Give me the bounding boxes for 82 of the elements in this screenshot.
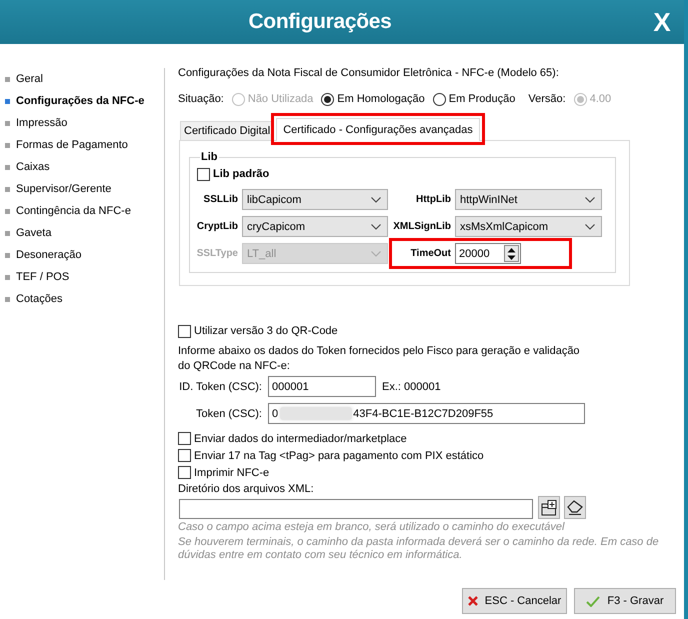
checkbox-label: Lib padrão — [213, 168, 270, 180]
clear-button[interactable] — [564, 496, 586, 519]
sidebar-item[interactable]: Impressão — [0, 112, 164, 134]
dropdown[interactable]: cryCapicom — [242, 216, 388, 237]
chevron-down-icon — [371, 196, 381, 202]
field-label: HttpLib — [415, 194, 451, 205]
radio-label: 4.00 — [590, 93, 612, 105]
section-heading: Configurações da Nota Fiscal de Consumidor Eletrônica - NFC-e (Modelo 65): — [178, 66, 559, 80]
checkbox[interactable] — [178, 466, 191, 479]
checkbox[interactable] — [178, 324, 191, 338]
up-down-arrows-icon — [507, 246, 516, 260]
hint-text: Se houverem terminais, o caminho da pasta informada deverá ser o caminho da rede. Em caso de dúvidas entre em contato com seu técnico em informática. — [178, 536, 660, 562]
radio-button[interactable] — [432, 92, 446, 106]
bullet-icon — [5, 296, 10, 302]
sidebar-item[interactable]: Supervisor/Gerente — [0, 178, 164, 200]
spin-button[interactable] — [504, 245, 519, 262]
checkmark-icon — [586, 596, 600, 606]
sidebar-item[interactable]: Configurações da NFC-e — [0, 90, 164, 112]
field-label: Situação: — [178, 93, 224, 105]
input-field[interactable] — [179, 499, 533, 519]
hint-text: Caso o campo acima esteja em branco, será utilizado o caminho do executável — [178, 520, 564, 534]
bullet-icon — [5, 76, 10, 82]
dropdown[interactable]: xsMsXmlCapicom — [455, 216, 602, 237]
window-title: Configurações — [247, 9, 393, 35]
bullet-icon — [5, 230, 10, 236]
bullet-icon — [5, 98, 10, 104]
checkbox[interactable] — [178, 449, 191, 462]
field-label: SSLType — [196, 248, 238, 259]
cancel-button[interactable]: ESC - Cancelar — [462, 588, 567, 614]
chevron-down-icon — [585, 196, 595, 202]
bullet-icon — [5, 120, 10, 126]
bullet-icon — [5, 186, 10, 192]
bullet-icon — [5, 142, 10, 148]
field-label: Versão: — [528, 93, 566, 105]
checkbox-label: Imprimir NFC-e — [194, 466, 270, 478]
eraser-icon — [567, 500, 583, 515]
dropdown[interactable]: libCapicom — [242, 189, 388, 210]
sidebar-item[interactable]: Desoneração — [0, 244, 164, 266]
radio-button[interactable] — [321, 92, 334, 106]
checkbox-label: Enviar 17 na Tag <tPag> para pagamento com PIX estático — [194, 450, 484, 462]
text-field[interactable]: 0 43F4-BC1E-B12C7D209F55 — [268, 403, 585, 424]
sidebar-item[interactable]: Contingência da NFC-e — [0, 200, 164, 222]
radio-label: Em Homologação — [337, 93, 425, 105]
bullet-icon — [5, 274, 10, 280]
example-text: Ex.: 000001 — [382, 380, 441, 392]
field-label: Diretório dos arquivos XML: — [178, 482, 314, 496]
sidebar-item[interactable]: Cotações — [0, 288, 164, 310]
chevron-down-icon — [371, 250, 381, 256]
checkbox-label: Utilizar versão 3 do QR-Code — [194, 325, 338, 337]
field-label: CryptLib — [196, 221, 238, 232]
checkbox[interactable] — [178, 432, 191, 445]
sidebar-item[interactable]: Formas de Pagamento — [0, 134, 164, 156]
field-label: SSLLib — [202, 194, 238, 205]
radio-label: Não Utilizada — [248, 93, 314, 105]
info-text: Informe abaixo os dados do Token fornecidos pelo Fisco para geração e validação do QRCode na NFC-e: — [178, 344, 581, 374]
dropdown: LT_all — [242, 243, 388, 264]
chevron-down-icon — [371, 224, 381, 230]
sidebar-item[interactable]: TEF / POS — [0, 266, 164, 288]
sidebar-item[interactable]: Gaveta — [0, 222, 164, 244]
radio-label: Em Produção — [448, 93, 516, 105]
folder-plus-icon — [541, 500, 557, 516]
text-field[interactable]: 000001 — [268, 376, 376, 397]
tab[interactable]: Certificado - Configurações avançadas — [276, 118, 480, 141]
spin-field[interactable]: 20000 — [455, 243, 521, 264]
checkbox[interactable] — [197, 168, 210, 180]
bullet-icon — [5, 208, 10, 214]
sidebar-item[interactable]: Caixas — [0, 156, 164, 178]
sidebar-item[interactable]: Geral — [0, 68, 164, 90]
bullet-icon — [5, 164, 10, 170]
field-label: TimeOut — [410, 248, 451, 259]
field-label: XMLSignLib — [392, 221, 451, 232]
field-label: ID. Token (CSC): — [178, 380, 262, 392]
cross-icon — [468, 596, 478, 606]
folder-button[interactable] — [538, 496, 560, 519]
chevron-down-icon — [585, 224, 595, 230]
close-button[interactable]: X — [640, 0, 684, 44]
checkbox-label: Enviar dados do intermediador/marketplace — [194, 432, 407, 444]
dropdown[interactable]: httpWinINet — [455, 189, 602, 210]
field-label: Token (CSC): — [194, 408, 262, 420]
group-title: Lib — [200, 151, 218, 164]
bullet-icon — [5, 252, 10, 258]
save-button[interactable]: F3 - Gravar — [574, 588, 676, 614]
